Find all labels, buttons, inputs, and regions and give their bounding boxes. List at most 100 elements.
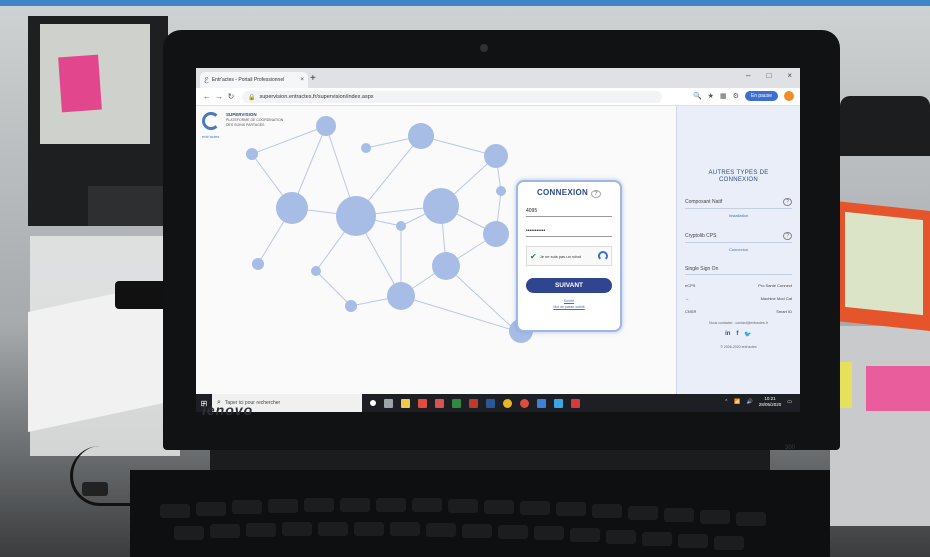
windows-taskbar: ⊞ ⌕ Taper ici pour rechercher ⌃ 📶 🔊 10:2… <box>196 394 800 412</box>
keyboard-key <box>448 499 478 513</box>
sso-row: Single Sign On <box>685 266 792 275</box>
network-icon[interactable]: 📶 <box>734 399 740 405</box>
pink-note-pad <box>866 366 930 411</box>
contact-text[interactable]: Nous contacter : contact@entractes.fr <box>685 321 792 325</box>
forgot-password-link[interactable]: Mot de passe oublié <box>526 305 612 309</box>
extension-icon[interactable]: ▦ <box>720 92 727 100</box>
maximize-button[interactable]: □ <box>766 71 771 80</box>
sso-option[interactable]: CNSR Smart ID <box>685 309 792 314</box>
username-field[interactable]: 4095 <box>526 205 612 217</box>
social-links: in f 🐦 <box>685 331 792 338</box>
keyboard-key <box>520 501 550 515</box>
connect-link[interactable]: Connexion <box>685 247 792 252</box>
chair <box>840 96 930 156</box>
sso-option-left: eCPS <box>685 283 696 288</box>
toolbar-right: 🔍 ★ ▦ ⚙ En pause <box>693 91 794 101</box>
linkedin-icon[interactable]: in <box>725 331 730 338</box>
app-icon[interactable] <box>571 398 580 408</box>
keyboard-key <box>304 498 334 512</box>
sync-paused-button[interactable]: En pause <box>744 91 778 101</box>
settings-icon[interactable]: ⚙ <box>733 92 739 100</box>
app-icon[interactable] <box>554 398 563 408</box>
clock-date: 28/05/2020 <box>758 402 782 407</box>
install-link[interactable]: Installation <box>685 213 792 218</box>
reload-icon[interactable]: ↻ <box>225 92 237 101</box>
app-icon[interactable] <box>435 398 444 408</box>
profile-avatar[interactable] <box>784 91 794 101</box>
recaptcha-icon <box>598 251 608 261</box>
window-controls: – □ × <box>746 71 792 80</box>
copyright: © 2006-2020 entr'actes <box>720 345 757 349</box>
sso-label: Single Sign On <box>685 266 719 272</box>
star-icon[interactable]: ★ <box>708 92 714 100</box>
power-plug <box>82 482 108 496</box>
sso-option-right: Machine Mod Cat <box>760 296 792 301</box>
browser-toolbar: ← → ↻ 🔒 supervision.entractes.fr/supervi… <box>196 88 800 106</box>
lock-icon: 🔒 <box>248 94 256 101</box>
keyboard-key <box>354 522 384 536</box>
login-card: CONNEXION? 4095 ••••••••••• ✔ Je ne suis… <box>516 180 622 332</box>
native-component-row[interactable]: Composant Natif ? <box>685 198 792 209</box>
word-icon[interactable] <box>486 398 495 408</box>
enrol-link[interactable]: Enrôlé <box>526 299 612 303</box>
help-icon[interactable]: ? <box>783 232 792 240</box>
close-window-button[interactable]: × <box>787 71 792 80</box>
logo-icon <box>202 112 220 130</box>
keyboard-key <box>376 498 406 512</box>
logo-line1: PLATEFORME DE COORDINATION <box>226 118 284 122</box>
minimize-button[interactable]: – <box>746 71 750 80</box>
back-arrow-icon[interactable]: ← <box>201 92 213 101</box>
keyboard-key <box>556 502 586 516</box>
cortana-icon[interactable] <box>370 399 376 406</box>
powerpoint-icon[interactable] <box>469 398 478 408</box>
sso-option[interactable]: ↔ Machine Mod Cat <box>685 296 792 301</box>
keyboard-key <box>498 525 528 539</box>
laptop-brand: lenovo <box>202 402 254 418</box>
logo-subtitle: entr'actes <box>202 134 220 139</box>
new-tab-button[interactable]: + <box>310 72 316 86</box>
file-explorer-icon[interactable] <box>401 398 410 408</box>
zoom-icon[interactable]: 🔍 <box>693 92 702 100</box>
help-icon[interactable]: ? <box>591 190 602 198</box>
facebook-icon[interactable]: f <box>736 331 738 338</box>
panel-title-line2: CONNEXION <box>718 177 759 183</box>
cryptolib-row[interactable]: Cryptolib CPS ? <box>685 232 792 243</box>
keyboard-key <box>628 506 658 520</box>
browser-icon[interactable] <box>520 398 529 408</box>
dark-object <box>115 281 170 309</box>
sso-option-right: Pro Santé Connect <box>758 283 792 288</box>
keyboard-key <box>700 510 730 524</box>
panel-title-line1: AUTRES TYPES DE <box>708 170 769 176</box>
clock[interactable]: 10:21 28/05/2020 <box>759 396 782 408</box>
help-icon[interactable]: ? <box>783 198 792 206</box>
keyboard-key <box>268 499 298 513</box>
captcha-widget[interactable]: ✔ Je ne suis pas un robot <box>526 246 612 266</box>
native-component-label: Composant Natif <box>685 199 723 205</box>
pdf-icon[interactable] <box>418 398 427 408</box>
site-favicon-icon: ℰ <box>204 75 209 85</box>
checkmark-icon[interactable]: ✔ <box>530 252 537 261</box>
keyboard-key <box>318 522 348 536</box>
keyboard-key <box>174 526 204 540</box>
logo-title: SUPERVISION <box>226 112 257 117</box>
address-bar[interactable]: 🔒 supervision.entractes.fr/supervision/i… <box>242 91 662 103</box>
next-button[interactable]: SUIVANT <box>526 278 612 293</box>
brand-logo[interactable]: SUPERVISION PLATEFORME DE COORDINATION D… <box>202 112 283 130</box>
sso-option[interactable]: eCPS Pro Santé Connect <box>685 283 792 288</box>
excel-icon[interactable] <box>452 398 461 408</box>
login-title: CONNEXION? <box>526 188 612 198</box>
forward-arrow-icon[interactable]: → <box>213 92 225 101</box>
url-text: supervision.entractes.fr/supervision/ind… <box>259 94 374 100</box>
tray-up-icon[interactable]: ⌃ <box>724 399 728 405</box>
browser-tab[interactable]: ℰ Entr'actes - Portail Professionnel × <box>200 72 308 88</box>
password-field[interactable]: ••••••••••• <box>526 225 612 237</box>
chrome-icon[interactable] <box>503 398 512 408</box>
close-tab-icon[interactable]: × <box>300 77 304 83</box>
twitter-icon[interactable]: 🐦 <box>744 331 751 338</box>
task-view-icon[interactable] <box>384 398 393 408</box>
notification-icon[interactable]: ▭ <box>787 399 792 405</box>
keyboard-key <box>664 508 694 522</box>
volume-icon[interactable]: 🔊 <box>747 399 753 405</box>
outlook-icon[interactable] <box>537 398 546 408</box>
keyboard-key <box>714 536 744 550</box>
